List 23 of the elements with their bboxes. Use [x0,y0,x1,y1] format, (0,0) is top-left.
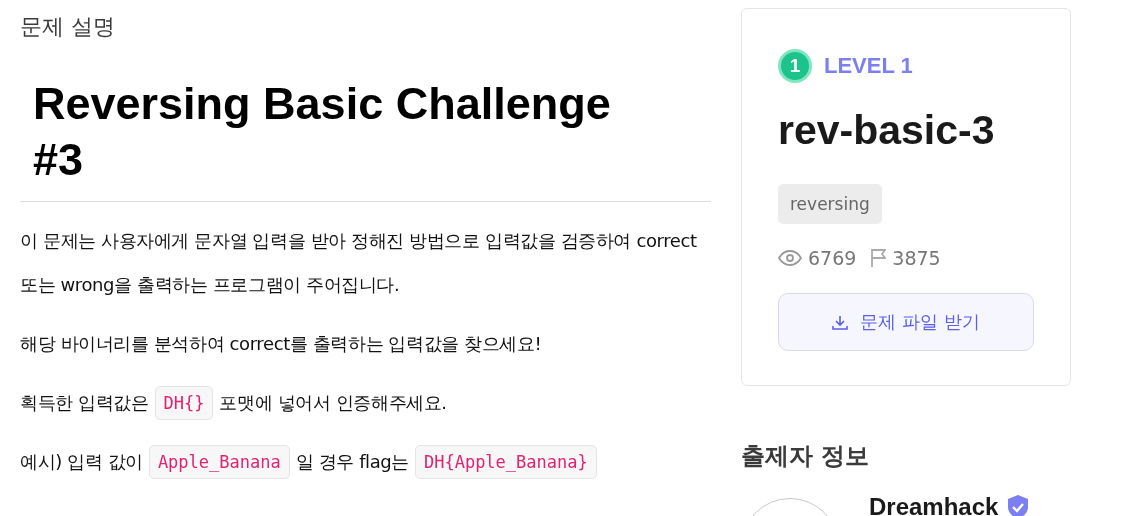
eye-icon [778,250,802,266]
flag-icon [870,248,887,268]
level-label: LEVEL 1 [824,53,913,79]
challenge-title: Reversing Basic Challenge #3 [33,77,612,187]
download-icon [832,314,849,330]
inline-code: Apple_Banana [148,445,290,479]
author-section-title: 출제자 정보 [741,441,871,472]
paragraph-text: 포맷에 넣어서 인증해주세요. [219,391,447,415]
author-name[interactable]: Dreamhack [869,494,999,516]
view-count: 6769 [808,247,857,269]
download-button[interactable]: 문제 파일 받기 [778,293,1034,351]
solve-count: 3875 [892,247,941,269]
section-title: 문제 설명 [20,13,116,41]
paragraph-text: 예시) 입력 값이 [20,450,143,474]
inline-code: DH{} [154,386,214,420]
paragraph-text: 획득한 입력값은 [20,391,149,415]
paragraph-text: 일 경우 flag는 [295,450,409,474]
paragraph-text: 해당 바이너리를 분석하여 correct를 출력하는 입력값을 찾으세요! [20,332,542,356]
level-badge: 1 [778,49,812,83]
inline-code: DH{Apple_Banana} [414,445,597,479]
paragraph-text: 이 문제는 사용자에게 문자열 입력을 받아 정해진 방법으로 입력값을 검증하여 correct 또는 wrong을 출력하는 프로그램이 주어집니다. [20,229,698,297]
category-tag[interactable]: reversing [778,184,882,224]
challenge-name: rev-basic-3 [778,107,996,154]
